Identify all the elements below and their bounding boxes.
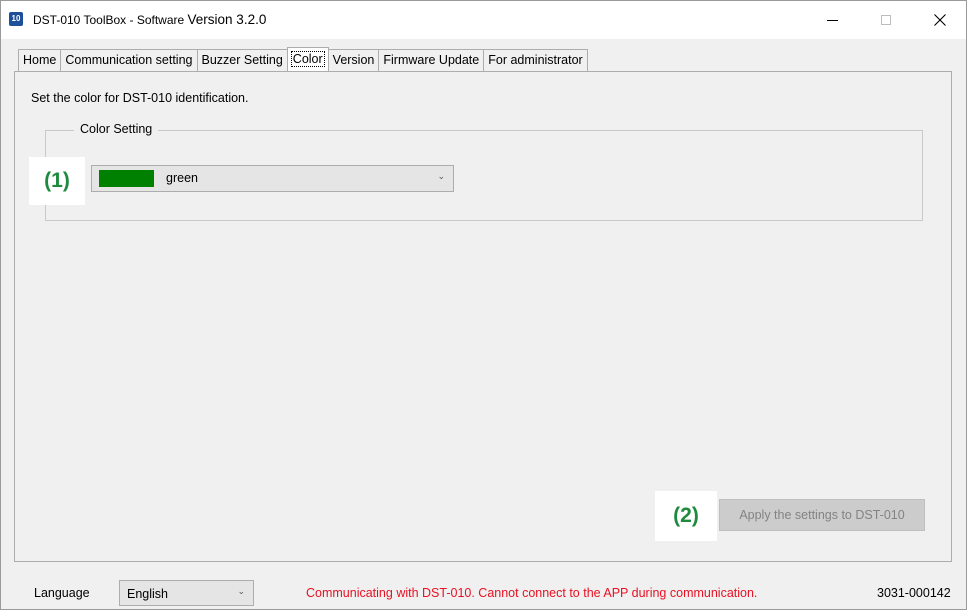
color-dropdown[interactable]: green ⌄	[91, 165, 454, 192]
tab-version-label: Version	[332, 53, 375, 67]
tab-firmware-label: Firmware Update	[383, 53, 480, 67]
tab-for-administrator[interactable]: For administrator	[483, 49, 588, 71]
tab-communication-label: Communication setting	[65, 53, 193, 67]
language-value: English	[127, 587, 168, 601]
tab-admin-label: For administrator	[488, 53, 583, 67]
close-icon	[934, 14, 946, 26]
tab-version[interactable]: Version	[327, 49, 380, 71]
annotation-1: (1)	[29, 157, 85, 205]
minimize-button[interactable]	[809, 1, 855, 39]
tab-strip: Home Communication setting Buzzer Settin…	[18, 47, 588, 71]
title-bar[interactable]: 10 DST-010 ToolBox - Software Version 3.…	[1, 1, 966, 39]
language-label: Language	[34, 586, 90, 600]
window-title: DST-010 ToolBox - Software Version 3.2.0	[33, 12, 266, 27]
tab-color-label: Color	[290, 51, 325, 67]
serial-number: 3031-000142	[877, 586, 951, 600]
tab-buzzer-label: Buzzer Setting	[201, 53, 283, 67]
tab-buzzer-setting[interactable]: Buzzer Setting	[196, 49, 288, 71]
window-title-prefix: DST-010 ToolBox - Software	[33, 13, 188, 27]
app-window: 10 DST-010 ToolBox - Software Version 3.…	[0, 0, 967, 610]
app-logo-icon: 10	[9, 12, 23, 26]
maximize-button[interactable]	[863, 1, 909, 39]
chevron-down-icon: ⌄	[237, 586, 245, 596]
annotation-2: (2)	[655, 491, 717, 541]
minimize-icon	[826, 19, 838, 21]
apply-settings-button[interactable]: Apply the settings to DST-010	[719, 499, 925, 531]
window-title-version: Version 3.2.0	[187, 12, 267, 27]
tab-firmware-update[interactable]: Firmware Update	[378, 49, 485, 71]
color-swatch	[99, 170, 154, 187]
maximize-icon	[881, 15, 891, 25]
language-dropdown[interactable]: English ⌄	[119, 580, 254, 606]
status-message: Communicating with DST-010. Cannot conne…	[306, 586, 758, 600]
tab-home[interactable]: Home	[18, 49, 62, 71]
tab-color[interactable]: Color	[286, 47, 329, 71]
selected-color-label: green	[166, 171, 198, 185]
chevron-down-icon: ⌄	[437, 171, 445, 181]
tab-home-label: Home	[23, 53, 57, 67]
group-title: Color Setting	[74, 122, 159, 136]
close-button[interactable]	[917, 1, 963, 39]
color-tab-panel: Set the color for DST-010 identification…	[14, 71, 952, 562]
tab-communication-setting[interactable]: Communication setting	[60, 49, 198, 71]
page-description: Set the color for DST-010 identification…	[31, 91, 249, 105]
